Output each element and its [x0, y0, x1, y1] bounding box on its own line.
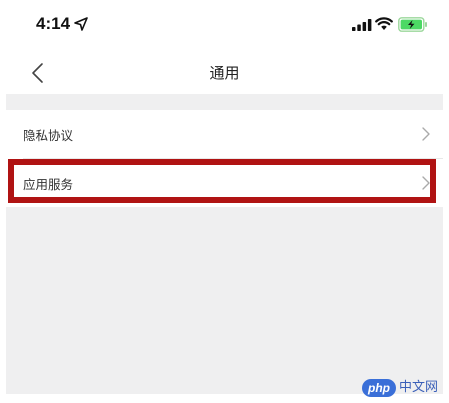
- list-item-label: 应用服务: [23, 176, 74, 192]
- chevron-right-icon: [422, 127, 430, 141]
- status-time: 4:14: [36, 14, 71, 33]
- chevron-right-icon: [422, 176, 430, 190]
- settings-screen: 4:14 通用 隐私协议 应用服务 php 中文网: [0, 0, 449, 403]
- watermark-text: 中文网: [399, 380, 439, 395]
- status-bar: 4:14: [0, 0, 449, 50]
- list-item-label: 隐私协议: [23, 127, 74, 143]
- location-arrow-icon: [74, 17, 88, 31]
- content-area: 隐私协议 应用服务: [6, 94, 443, 394]
- page-title: 通用: [209, 64, 240, 82]
- wifi-icon: [375, 17, 393, 30]
- battery-charging-icon: [398, 17, 427, 32]
- list-item-privacy-policy[interactable]: 隐私协议: [6, 110, 443, 158]
- settings-list: 隐私协议 应用服务: [6, 110, 443, 207]
- watermark: php 中文网: [362, 378, 444, 398]
- navigation-bar: 通用: [0, 50, 449, 94]
- list-item-app-services[interactable]: 应用服务: [6, 159, 443, 207]
- signal-bars-icon: [352, 19, 372, 31]
- watermark-logo: php: [362, 379, 396, 397]
